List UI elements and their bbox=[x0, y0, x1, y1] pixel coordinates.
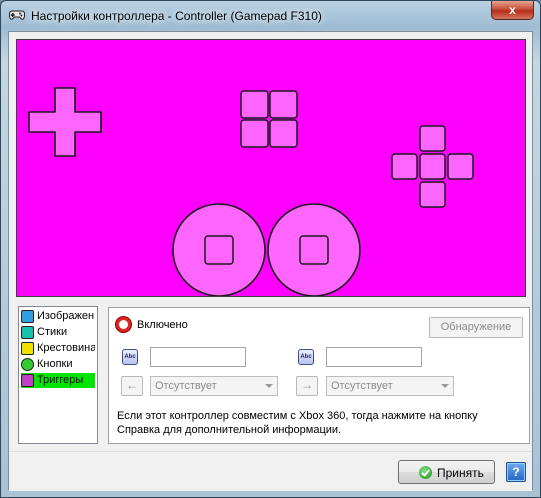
enabled-toggle[interactable] bbox=[115, 316, 132, 333]
info-line-1: Если этот контроллер совместим с Xbox 36… bbox=[117, 410, 478, 422]
sidebar-item-dpad[interactable]: Крестовина bbox=[21, 341, 95, 356]
button-right[interactable] bbox=[447, 153, 474, 180]
button-top[interactable] bbox=[419, 125, 446, 152]
sidebar-item-label: Кнопки bbox=[37, 358, 73, 370]
button-bar: Принять ? bbox=[9, 451, 532, 491]
button-bottom[interactable] bbox=[419, 181, 446, 208]
trigger-icon bbox=[21, 374, 34, 387]
left-arrow-button[interactable]: ← bbox=[121, 376, 143, 396]
sidebar-item-label: Изображен bbox=[37, 310, 95, 322]
controller-image bbox=[16, 39, 526, 297]
detect-button[interactable]: Обнаружение bbox=[429, 317, 523, 338]
chevron-down-icon bbox=[265, 384, 273, 388]
gamepad-icon bbox=[9, 10, 25, 20]
controller-diagram bbox=[28, 87, 474, 296]
accept-label: Принять bbox=[437, 466, 484, 480]
left-trigger-name-field[interactable] bbox=[150, 347, 246, 367]
sidebar-item-label: Стики bbox=[37, 326, 68, 338]
sidebar-item-label: Триггеры bbox=[37, 374, 84, 386]
right-stick-button[interactable] bbox=[299, 235, 329, 265]
sidebar-item-images[interactable]: Изображен bbox=[21, 309, 95, 324]
abc-icon: Abc bbox=[122, 349, 138, 365]
button-left[interactable] bbox=[391, 153, 418, 180]
button-center[interactable] bbox=[419, 153, 446, 180]
accept-button[interactable]: Принять bbox=[398, 460, 495, 484]
enabled-label: Включено bbox=[137, 319, 188, 331]
combo-value: Отсутствует bbox=[331, 380, 393, 392]
combo-value: Отсутствует bbox=[155, 380, 217, 392]
face-button-1[interactable] bbox=[240, 90, 269, 119]
window-title: Настройки контроллера - Controller (Game… bbox=[31, 9, 322, 23]
sidebar-item-sticks[interactable]: Стики bbox=[21, 325, 95, 340]
right-arrow-button[interactable]: → bbox=[296, 376, 318, 396]
left-trigger-combo[interactable]: Отсутствует bbox=[150, 376, 278, 396]
dpad-icon bbox=[21, 342, 34, 355]
image-icon bbox=[21, 310, 34, 323]
close-button[interactable]: x bbox=[491, 1, 534, 20]
checkmark-icon bbox=[419, 466, 432, 479]
abc-icon: Abc bbox=[298, 349, 314, 365]
chevron-down-icon bbox=[441, 384, 449, 388]
button-icon bbox=[21, 358, 34, 371]
info-line-2: Справка для дополнительной информации. bbox=[117, 424, 342, 436]
sidebar-item-triggers[interactable]: Триггеры bbox=[21, 373, 95, 388]
face-button-2[interactable] bbox=[269, 90, 298, 119]
left-stick-button[interactable] bbox=[204, 235, 234, 265]
controller-settings-window: Настройки контроллера - Controller (Game… bbox=[0, 0, 541, 498]
client-area: Изображен Стики Крестовина Кнопки Тригге… bbox=[8, 31, 533, 491]
sidebar-item-buttons[interactable]: Кнопки bbox=[21, 357, 95, 372]
dpad-left-cross[interactable] bbox=[28, 87, 102, 157]
right-trigger-combo[interactable]: Отсутствует bbox=[326, 376, 454, 396]
help-button[interactable]: ? bbox=[506, 462, 526, 482]
stick-icon bbox=[21, 326, 34, 339]
right-trigger-name-field[interactable] bbox=[326, 347, 422, 367]
triggers-panel: Включено Обнаружение Abc Abc ← Отсутству… bbox=[108, 307, 530, 444]
face-button-4[interactable] bbox=[269, 119, 298, 148]
face-button-3[interactable] bbox=[240, 119, 269, 148]
category-list: Изображен Стики Крестовина Кнопки Тригге… bbox=[18, 306, 98, 444]
info-text: Если этот контроллер совместим с Xbox 36… bbox=[117, 409, 517, 437]
title-bar[interactable]: Настройки контроллера - Controller (Game… bbox=[1, 1, 540, 31]
sidebar-item-label: Крестовина bbox=[37, 342, 95, 354]
